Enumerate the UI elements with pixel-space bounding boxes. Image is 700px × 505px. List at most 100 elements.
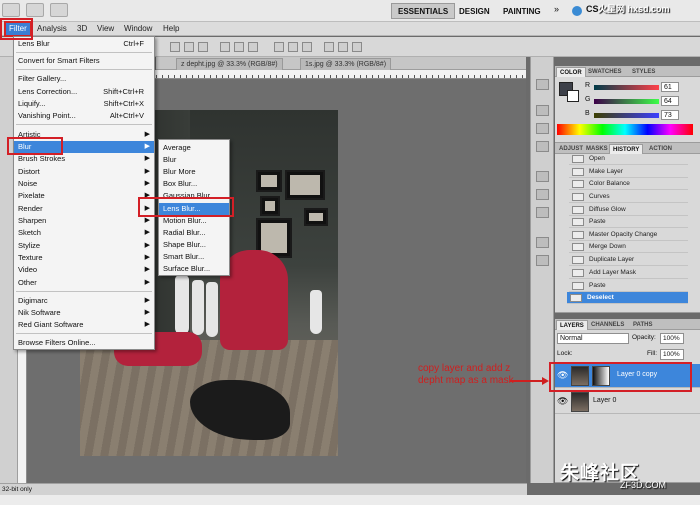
history-step[interactable]: Paste	[569, 280, 688, 292]
submenu-item-blur-more[interactable]: Blur More	[159, 166, 229, 178]
submenu-item-surface-blur[interactable]: Surface Blur...	[159, 263, 229, 275]
menu-separator	[16, 52, 152, 53]
menu-item-liquify[interactable]: Liquify... Shift+Ctrl+X	[14, 98, 154, 110]
layer-row-layer-0[interactable]: 👁 Layer 0	[555, 390, 700, 414]
bottom-strip	[0, 495, 700, 505]
submenu-item-blur[interactable]: Blur	[159, 154, 229, 166]
tab-color[interactable]: COLOR	[556, 67, 586, 77]
doc-tab-z-depht[interactable]: z depht.jpg @ 33.3% (RGB/8#)	[176, 58, 283, 70]
history-step[interactable]: Paste	[569, 216, 688, 228]
fill-input[interactable]: 100%	[660, 349, 684, 360]
tool-presets-icon[interactable]	[536, 189, 549, 200]
blend-mode-select[interactable]: Normal	[557, 333, 629, 344]
menu-item-red-giant-software[interactable]: Red Giant Software ▶	[14, 319, 154, 331]
history-step[interactable]: Curves	[569, 191, 688, 203]
distribute-right-icon[interactable]	[352, 42, 362, 52]
info-icon[interactable]	[536, 105, 549, 116]
menu-item-noise[interactable]: Noise ▶	[14, 178, 154, 190]
character-icon[interactable]	[536, 237, 549, 248]
tab-channels[interactable]: CHANNELS	[588, 320, 627, 330]
align-left-icon[interactable]	[220, 42, 230, 52]
history-step[interactable]: Duplicate Layer	[569, 254, 688, 266]
align-right-icon[interactable]	[248, 42, 258, 52]
cs-live-icon[interactable]	[572, 6, 582, 16]
submenu-item-smart-blur[interactable]: Smart Blur...	[159, 251, 229, 263]
bridge-icon[interactable]	[26, 3, 44, 17]
submenu-item-radial-blur[interactable]: Radial Blur...	[159, 227, 229, 239]
workspace-painting[interactable]: PAINTING	[496, 3, 548, 19]
menu-item-texture[interactable]: Texture ▶	[14, 252, 154, 264]
red-value-input[interactable]: 61	[661, 82, 679, 92]
menu-help[interactable]: Help	[160, 23, 182, 35]
blue-value-input[interactable]: 73	[661, 110, 679, 120]
submenu-item-shape-blur[interactable]: Shape Blur...	[159, 239, 229, 251]
menu-window[interactable]: Window	[121, 23, 155, 35]
workspace-design[interactable]: DESIGN	[452, 3, 497, 19]
menu-item-vanishing-point[interactable]: Vanishing Point... Alt+Ctrl+V	[14, 110, 154, 122]
tab-layers[interactable]: LAYERS	[556, 320, 588, 330]
menu-3d[interactable]: 3D	[74, 23, 90, 35]
color-spectrum[interactable]	[557, 124, 693, 135]
cs-live-label[interactable]: CS	[586, 4, 599, 14]
history-step[interactable]: Open	[569, 153, 688, 165]
opacity-input[interactable]: 100%	[660, 333, 684, 344]
tab-swatches[interactable]: SWATCHES	[585, 67, 625, 77]
blue-slider[interactable]	[594, 113, 659, 118]
submenu-item-box-blur[interactable]: Box Blur...	[159, 178, 229, 190]
green-slider[interactable]	[594, 99, 659, 104]
menu-item-other[interactable]: Other ▶	[14, 277, 154, 289]
align-center-icon[interactable]	[234, 42, 244, 52]
menu-item-video[interactable]: Video ▶	[14, 264, 154, 276]
green-value-input[interactable]: 64	[661, 96, 679, 106]
menu-item-sketch[interactable]: Sketch ▶	[14, 227, 154, 239]
more-workspaces-icon[interactable]: »	[554, 4, 559, 14]
actions-icon[interactable]	[536, 171, 549, 182]
ps-menu-icon[interactable]	[2, 3, 20, 17]
menu-item-digimarc[interactable]: Digimarc ▶	[14, 295, 154, 307]
history-step[interactable]: Color Balance	[569, 178, 688, 190]
submenu-item-average[interactable]: Average	[159, 142, 229, 154]
distribute-top-icon[interactable]	[274, 42, 284, 52]
distribute-center-icon[interactable]	[338, 42, 348, 52]
distribute-bottom-icon[interactable]	[302, 42, 312, 52]
menu-item-lens-blur-last[interactable]: Lens Blur Ctrl+F	[14, 38, 154, 50]
history-step[interactable]: Diffuse Glow	[569, 204, 688, 216]
menu-analysis[interactable]: Analysis	[34, 23, 70, 35]
history-step[interactable]: Make Layer	[569, 166, 688, 178]
align-middle-icon[interactable]	[184, 42, 194, 52]
history-step[interactable]: Merge Down	[569, 241, 688, 253]
workspace-essentials[interactable]: ESSENTIALS	[391, 3, 456, 19]
red-slider[interactable]	[594, 85, 659, 90]
history-step-selected[interactable]: Deselect	[567, 292, 688, 304]
menu-item-browse-filters-online[interactable]: Browse Filters Online...	[14, 337, 154, 349]
menu-item-sharpen[interactable]: Sharpen ▶	[14, 215, 154, 227]
distribute-left-icon[interactable]	[324, 42, 334, 52]
history-step[interactable]: Add Layer Mask	[569, 267, 688, 279]
menu-item-pixelate[interactable]: Pixelate ▶	[14, 190, 154, 202]
paragraph-icon[interactable]	[536, 255, 549, 266]
menu-item-nik-software[interactable]: Nik Software ▶	[14, 307, 154, 319]
align-bottom-icon[interactable]	[198, 42, 208, 52]
tab-paths[interactable]: PATHS	[630, 320, 655, 330]
menu-item-stylize[interactable]: Stylize ▶	[14, 240, 154, 252]
menu-item-lens-correction[interactable]: Lens Correction... Shift+Ctrl+R	[14, 86, 154, 98]
doc-tab-1s[interactable]: 1s.jpg @ 33.3% (RGB/8#)	[300, 58, 392, 70]
arrange-icon[interactable]	[50, 3, 68, 17]
clone-source-icon[interactable]	[536, 207, 549, 218]
menu-item-filter-gallery[interactable]: Filter Gallery...	[14, 73, 154, 85]
align-top-icon[interactable]	[170, 42, 180, 52]
brush-icon[interactable]	[536, 141, 549, 152]
history-step-icon	[572, 243, 584, 251]
tab-styles[interactable]: STYLES	[629, 67, 658, 77]
history-step[interactable]: Master Opacity Change	[569, 229, 688, 241]
background-color-swatch[interactable]	[567, 90, 579, 102]
highlight-box-blur	[7, 137, 63, 155]
histogram-icon[interactable]	[536, 123, 549, 134]
navigator-icon[interactable]	[536, 79, 549, 90]
menu-item-distort[interactable]: Distort ▶	[14, 166, 154, 178]
menu-item-convert-smart-filters[interactable]: Convert for Smart Filters	[14, 55, 154, 67]
menu-view[interactable]: View	[94, 23, 117, 35]
visibility-eye-icon[interactable]: 👁	[557, 396, 568, 407]
menu-item-render[interactable]: Render ▶	[14, 203, 154, 215]
distribute-middle-icon[interactable]	[288, 42, 298, 52]
